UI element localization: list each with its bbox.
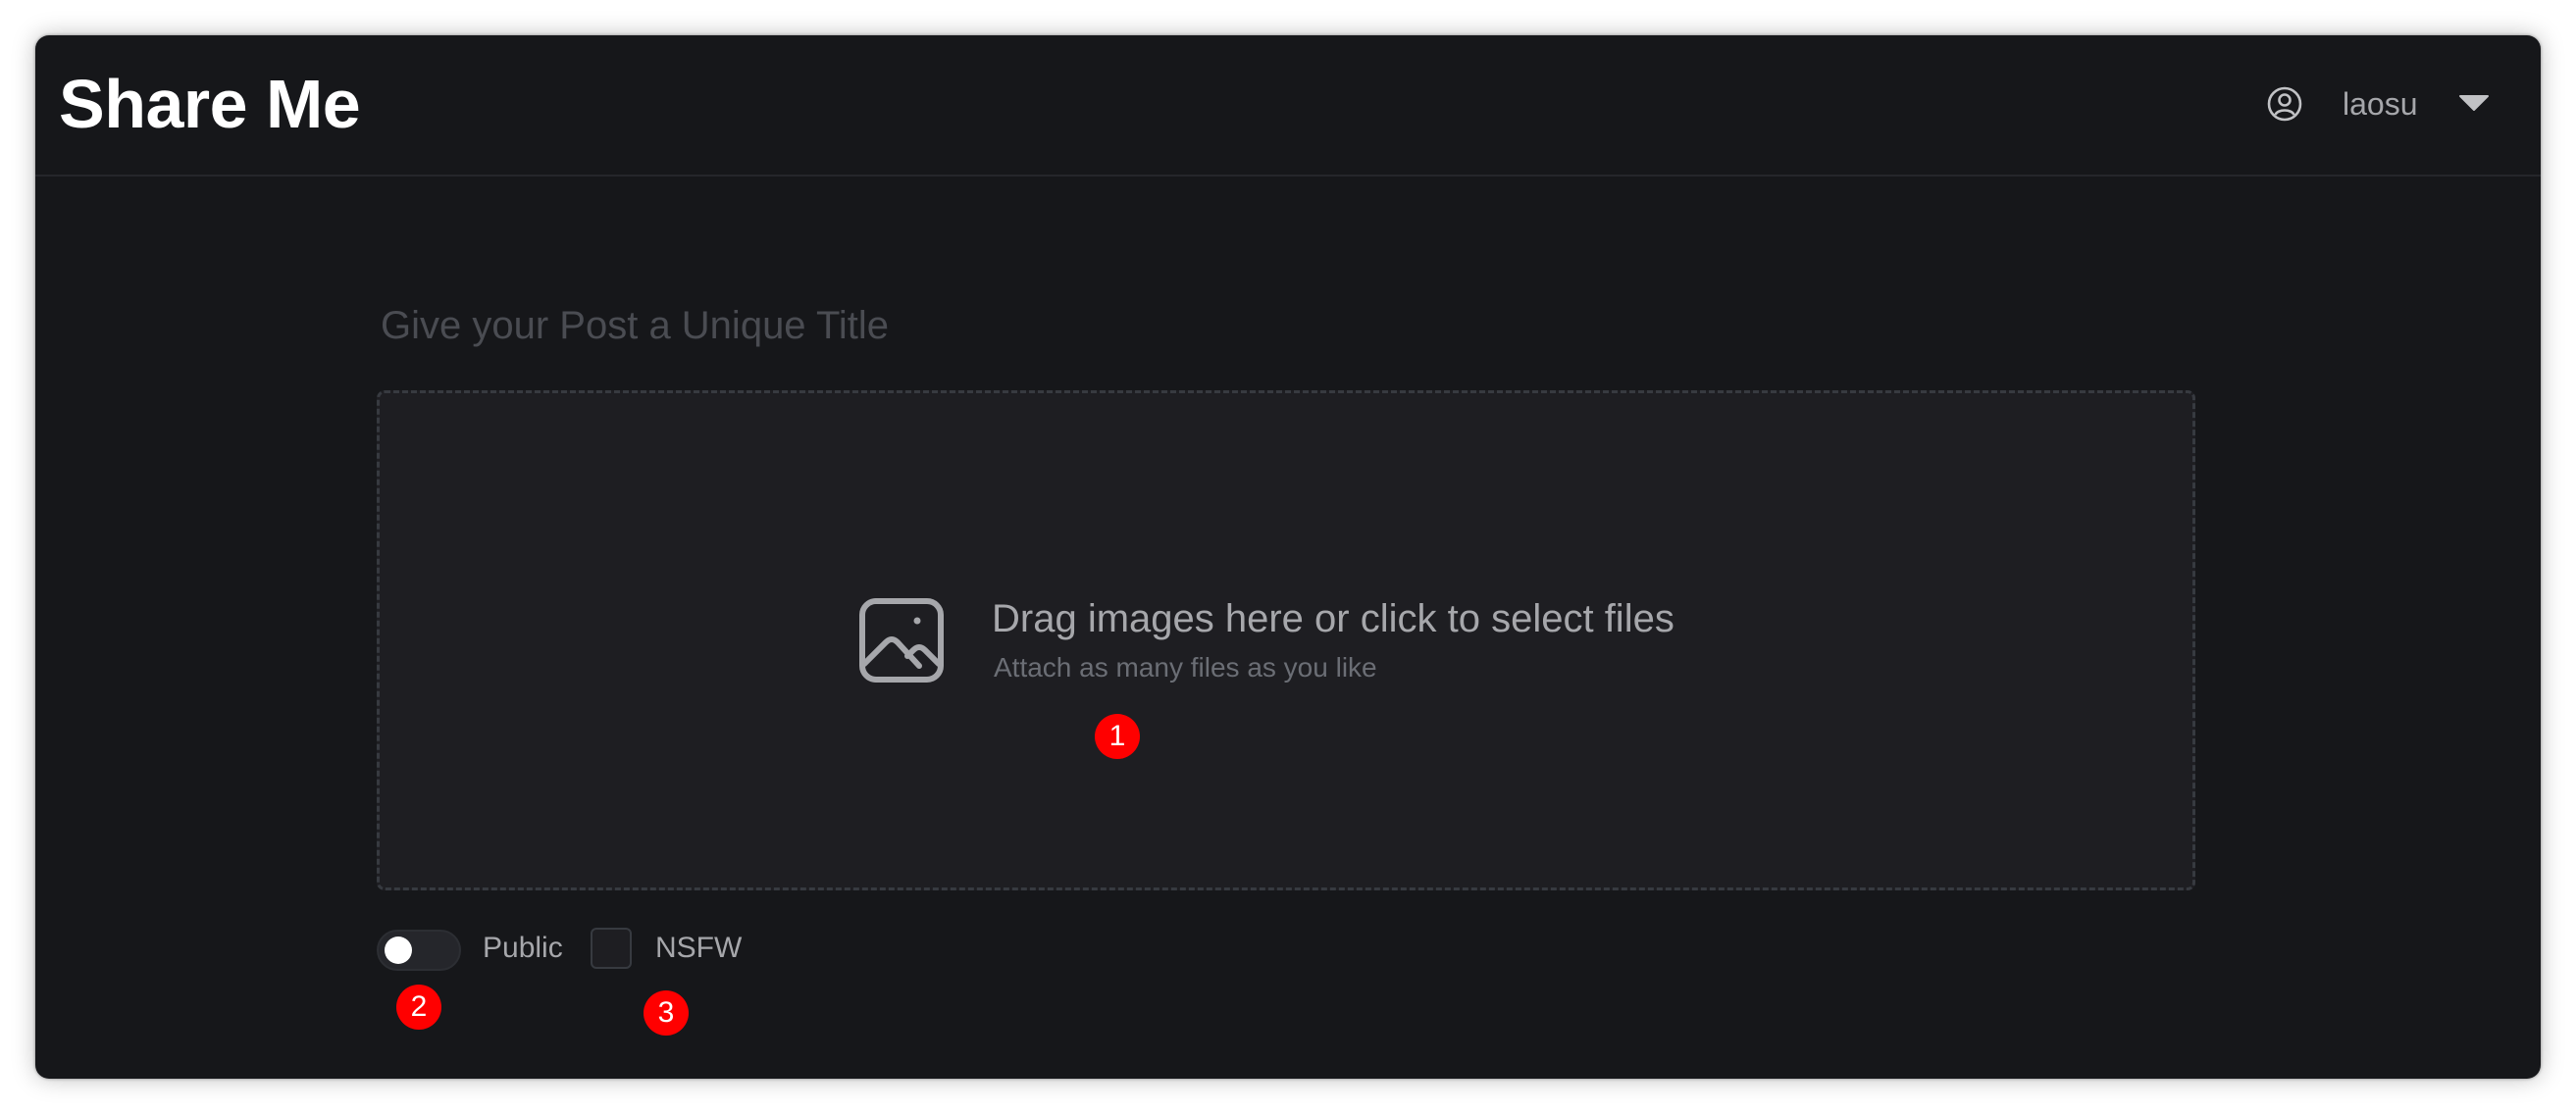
dropzone-subtitle: Attach as many files as you like [994, 652, 1377, 683]
nsfw-label: NSFW [655, 932, 743, 964]
app-window: Share Me laosu Drag images here or click… [35, 35, 2541, 1079]
marker-badge-3: 3 [644, 990, 689, 1036]
marker-badge-2: 2 [396, 985, 441, 1030]
public-label: Public [483, 932, 563, 964]
username[interactable]: laosu [2343, 86, 2418, 123]
image-icon [859, 598, 944, 683]
header: Share Me laosu [35, 35, 2541, 177]
caret-down-icon[interactable] [2458, 92, 2490, 116]
app-title: Share Me [59, 66, 361, 142]
dropzone-title: Drag images here or click to select file… [992, 597, 1674, 640]
nsfw-checkbox[interactable] [591, 928, 632, 969]
public-toggle[interactable] [377, 930, 461, 971]
post-title-input[interactable] [381, 286, 1852, 365]
user-circle-icon[interactable] [2265, 84, 2304, 124]
toggle-knob [385, 937, 412, 964]
image-dropzone[interactable]: Drag images here or click to select file… [377, 390, 2195, 890]
marker-badge-1: 1 [1095, 714, 1140, 759]
